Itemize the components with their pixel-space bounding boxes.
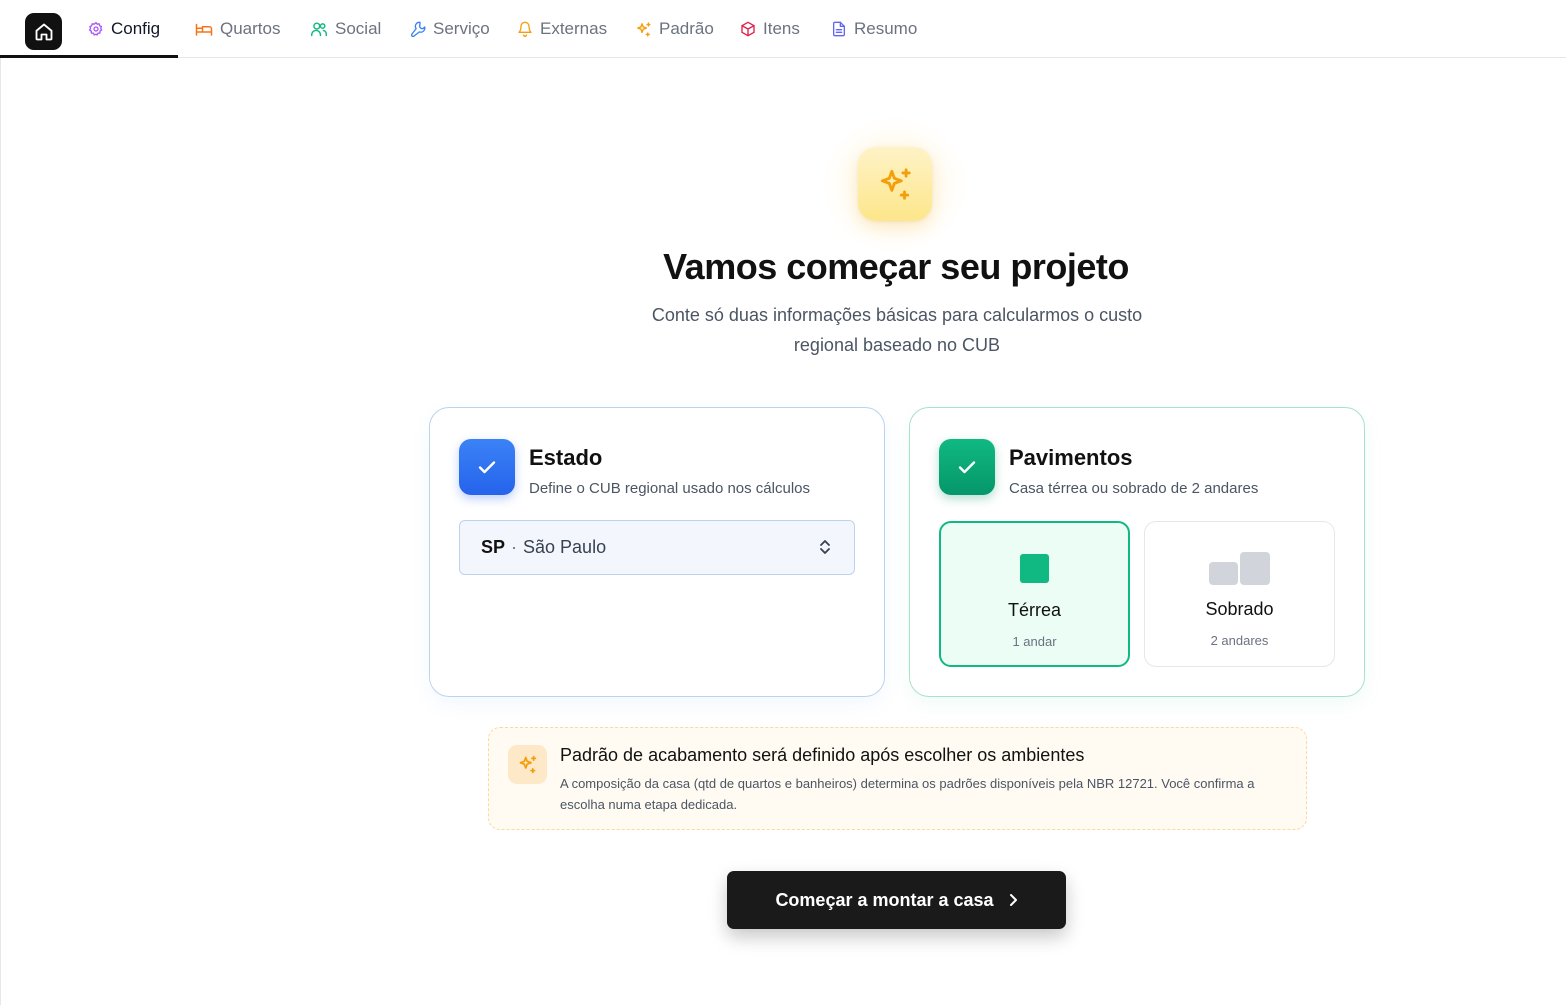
tab-label: Social (335, 19, 382, 38)
bed-icon (195, 23, 213, 36)
pavimentos-check-badge (939, 439, 995, 495)
estado-code: SP (481, 537, 506, 557)
users-icon (310, 22, 327, 37)
tab-quartos[interactable]: Quartos (195, 0, 280, 58)
pavimentos-card: Pavimentos Casa térrea ou sobrado de 2 a… (909, 407, 1365, 697)
sparkles-icon (637, 21, 651, 37)
check-icon (958, 461, 976, 474)
page-subtitle: Conte só duas informações básicas para c… (651, 305, 1143, 355)
check-icon (478, 461, 496, 474)
floor-option-sub: 1 andar (1012, 634, 1057, 649)
estado-separator: · (511, 537, 518, 557)
top-nav: Config Quartos Social Serviço Externas P… (0, 0, 1566, 58)
single-floor-icon (1020, 554, 1049, 583)
tab-label: Config (111, 19, 161, 38)
pavimentos-title: Pavimentos (1009, 445, 1133, 470)
bell-icon (518, 21, 532, 37)
tab-label: Resumo (854, 19, 918, 38)
chevron-right-icon (1009, 894, 1017, 906)
tab-label: Itens (763, 19, 800, 38)
page-title: Vamos começar seu projeto (663, 246, 1129, 287)
floor-option-terrea[interactable]: Térrea 1 andar (939, 521, 1130, 667)
estado-check-badge (459, 439, 515, 495)
wrench-icon (410, 21, 426, 37)
note-icon-badge (508, 745, 547, 784)
estado-title: Estado (529, 445, 603, 470)
sparkles-icon (880, 168, 911, 200)
floor-option-sub: 2 andares (1210, 633, 1269, 648)
floor-option-sobrado[interactable]: Sobrado 2 andares (1144, 521, 1335, 667)
home-icon (35, 23, 52, 40)
gear-icon (89, 22, 103, 36)
chevron-up-down-icon (820, 540, 830, 554)
estado-card: Estado Define o CUB regional usado nos c… (429, 407, 885, 697)
tab-label: Quartos (220, 19, 281, 38)
tab-servico[interactable]: Serviço (410, 0, 490, 58)
tab-social[interactable]: Social (310, 0, 381, 58)
note-text: A composição da casa (qtd de quartos e b… (560, 776, 1255, 812)
start-building-label: Começar a montar a casa (775, 889, 994, 910)
tab-padrao[interactable]: Padrão (635, 0, 714, 58)
tab-itens[interactable]: Itens (740, 0, 800, 58)
left-border (0, 58, 1, 1005)
floor-option-label: Sobrado (1205, 599, 1274, 619)
tab-resumo[interactable]: Resumo (831, 0, 917, 58)
two-floor-icon (1209, 552, 1270, 585)
estado-description: Define o CUB regional usado nos cálculos (529, 480, 810, 497)
estado-select[interactable]: SP · São Paulo (459, 520, 855, 575)
start-building-button[interactable]: Começar a montar a casa (727, 871, 1066, 929)
tab-externas[interactable]: Externas (517, 0, 607, 58)
floor-option-label: Térrea (1007, 600, 1061, 620)
tab-config[interactable]: Config (72, 0, 179, 58)
hero-sparkles-badge (858, 147, 932, 221)
sparkles-icon (519, 755, 537, 774)
padrao-info-note: Padrão de acabamento será definido após … (488, 727, 1307, 830)
tab-label: Externas (540, 19, 608, 38)
box-icon (741, 21, 755, 37)
estado-name: São Paulo (523, 537, 607, 557)
home-active-underline (0, 55, 73, 58)
tab-label: Padrão (659, 19, 714, 38)
tab-label: Serviço (433, 19, 490, 38)
note-title: Padrão de acabamento será definido após … (560, 745, 1085, 765)
pavimentos-description: Casa térrea ou sobrado de 2 andares (1009, 480, 1259, 497)
home-button[interactable] (25, 13, 62, 50)
document-icon (833, 21, 845, 37)
